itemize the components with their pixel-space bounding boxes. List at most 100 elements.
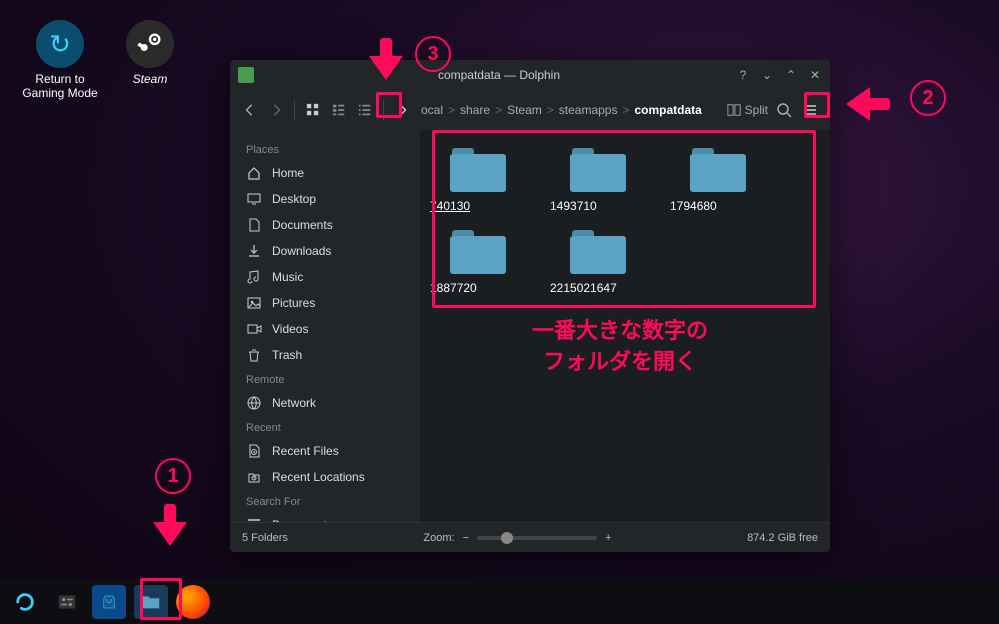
window-title: compatdata — Dolphin [262, 68, 736, 82]
folder-item[interactable]: 1493710 [548, 148, 648, 214]
folder-icon [570, 230, 626, 274]
pictures-icon [246, 295, 262, 311]
sidebar-item-pictures[interactable]: Pictures [230, 290, 420, 316]
item-count: 5 Folders [242, 532, 288, 544]
breadcrumb-expand-button[interactable] [392, 100, 412, 120]
detail-view-button[interactable] [355, 100, 375, 120]
sidebar-item-label: Recent Locations [272, 470, 365, 484]
app-launcher-button[interactable] [8, 585, 42, 619]
sidebar-item-downloads[interactable]: Downloads [230, 238, 420, 264]
breadcrumb-item[interactable]: steamapps [556, 101, 621, 119]
sidebar-item-label: Downloads [272, 244, 331, 258]
sidebar-item-label: Desktop [272, 192, 316, 206]
sidebar-item-documents[interactable]: Documents [230, 512, 420, 522]
folder-icon [690, 148, 746, 192]
breadcrumb-item[interactable]: share [457, 101, 493, 119]
sidebar-item-label: Home [272, 166, 304, 180]
sidebar-item-home[interactable]: Home [230, 160, 420, 186]
folder-label: 1887720 [428, 280, 479, 296]
maximize-button[interactable]: ⌃ [784, 68, 798, 82]
home-icon [246, 165, 262, 181]
breadcrumb: ocal>share>Steam>steamapps>compatdata [418, 101, 721, 119]
folder-item[interactable]: 2215021647 [548, 230, 648, 296]
search-button[interactable] [774, 100, 794, 120]
sidebar-item-label: Trash [272, 348, 302, 362]
folder-label: 2215021647 [548, 280, 619, 296]
breadcrumb-sep: > [622, 103, 629, 117]
sidebar: PlacesHomeDesktopDocumentsDownloadsMusic… [230, 130, 420, 522]
sidebar-item-label: Pictures [272, 296, 315, 310]
system-settings-button[interactable] [50, 585, 84, 619]
zoom-out-button[interactable]: − [463, 532, 469, 544]
desktop-icon-return-gaming[interactable]: ↻ Return to Gaming Mode [20, 20, 100, 100]
documents-icon [246, 217, 262, 233]
breadcrumb-item[interactable]: ocal [418, 101, 446, 119]
split-label: Split [745, 103, 768, 117]
app-icon [238, 67, 254, 83]
return-icon: ↻ [36, 20, 84, 68]
dolphin-window: compatdata — Dolphin ? ⌄ ⌃ ✕ ocal>share>… [230, 60, 830, 552]
sidebar-item-label: Videos [272, 322, 308, 336]
steam-icon [126, 20, 174, 68]
recent-locations-icon [246, 469, 262, 485]
sidebar-item-label: Documents [272, 218, 333, 232]
folder-icon [450, 148, 506, 192]
annotation-number-1: 1 [155, 458, 191, 494]
folder-icon [450, 230, 506, 274]
taskbar-dolphin-button[interactable] [134, 585, 168, 619]
breadcrumb-item[interactable]: compatdata [632, 101, 705, 119]
free-space: 874.2 GiB free [747, 532, 818, 544]
statusbar: 5 Folders Zoom: − + 874.2 GiB free [230, 522, 830, 552]
zoom-label: Zoom: [423, 532, 454, 544]
back-button[interactable] [240, 100, 260, 120]
annotation-number-2: 2 [910, 80, 946, 116]
zoom-in-button[interactable]: + [605, 532, 611, 544]
sidebar-item-trash[interactable]: Trash [230, 342, 420, 368]
minimize-button[interactable]: ⌄ [760, 68, 774, 82]
compact-view-button[interactable] [329, 100, 349, 120]
videos-icon [246, 321, 262, 337]
folder-label: 1794680 [668, 198, 719, 214]
folder-item[interactable]: 1794680 [668, 148, 768, 214]
breadcrumb-sep: > [495, 103, 502, 117]
recent-files-icon [246, 443, 262, 459]
folder-label: 740130 [428, 198, 472, 214]
breadcrumb-sep: > [547, 103, 554, 117]
breadcrumb-item[interactable]: Steam [504, 101, 545, 119]
forward-button[interactable] [266, 100, 286, 120]
zoom-slider[interactable] [477, 536, 597, 540]
breadcrumb-sep: > [448, 103, 455, 117]
sidebar-item-label: Network [272, 396, 316, 410]
sidebar-item-desktop[interactable]: Desktop [230, 186, 420, 212]
downloads-icon [246, 243, 262, 259]
trash-icon [246, 347, 262, 363]
sidebar-item-label: Music [272, 270, 303, 284]
close-button[interactable]: ✕ [808, 68, 822, 82]
folder-item[interactable]: 740130 [428, 148, 528, 214]
sidebar-heading: Recent [230, 416, 420, 438]
help-button[interactable]: ? [736, 68, 750, 82]
desktop-icon [246, 191, 262, 207]
annotation-arrow-1 [154, 504, 184, 548]
sidebar-item-documents[interactable]: Documents [230, 212, 420, 238]
icon-view-button[interactable] [303, 100, 323, 120]
annotation-arrow-2 [846, 88, 890, 118]
taskbar-firefox-button[interactable] [176, 585, 210, 619]
discover-store-button[interactable] [92, 585, 126, 619]
network-icon [246, 395, 262, 411]
zoom-control: Zoom: − + [304, 532, 731, 544]
sidebar-item-recent-files[interactable]: Recent Files [230, 438, 420, 464]
desktop-icon-steam[interactable]: Steam [110, 20, 190, 86]
titlebar[interactable]: compatdata — Dolphin ? ⌄ ⌃ ✕ [230, 60, 830, 90]
music-icon [246, 269, 262, 285]
sidebar-heading: Search For [230, 490, 420, 512]
sidebar-item-network[interactable]: Network [230, 390, 420, 416]
folder-item[interactable]: 1887720 [428, 230, 528, 296]
hamburger-menu-button[interactable] [800, 100, 820, 120]
split-button[interactable]: Split [727, 103, 768, 117]
taskbar [0, 580, 999, 624]
sidebar-item-music[interactable]: Music [230, 264, 420, 290]
folder-view[interactable]: 740130 1493710 1794680 1887720 2215021647 [420, 130, 830, 522]
sidebar-item-recent-locations[interactable]: Recent Locations [230, 464, 420, 490]
sidebar-item-videos[interactable]: Videos [230, 316, 420, 342]
